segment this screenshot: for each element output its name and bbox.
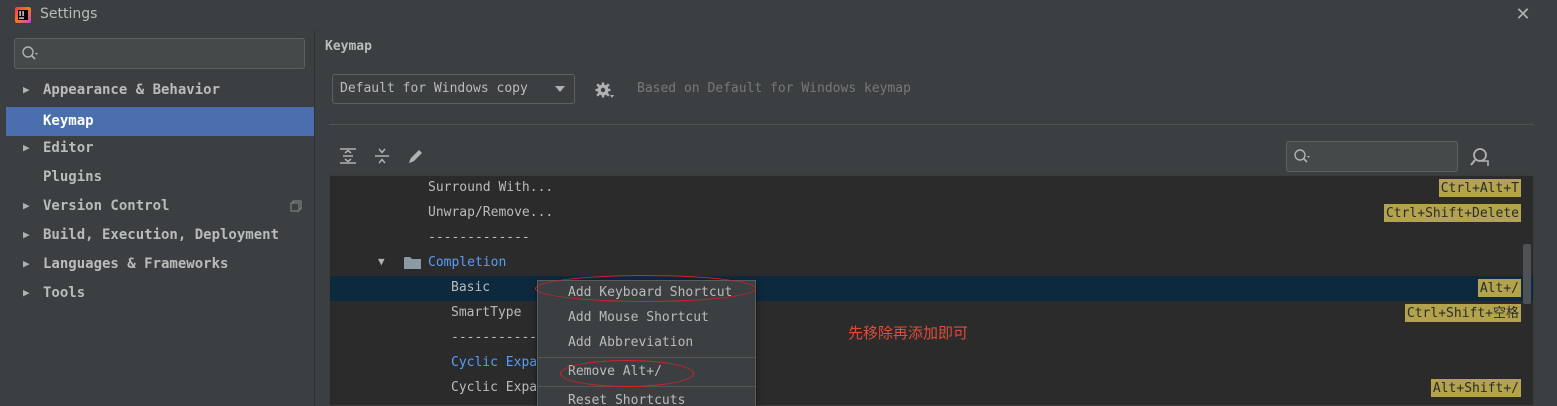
expand-arrow-icon: ▶ <box>23 286 30 299</box>
separator-label: ------------- <box>428 230 530 245</box>
action-row[interactable]: Surround With... Ctrl+Alt+T <box>330 176 1533 201</box>
menu-item-reset-shortcuts[interactable]: Reset Shortcuts <box>568 393 685 406</box>
expand-arrow-icon: ▶ <box>23 141 30 154</box>
sidebar-item-editor[interactable]: ▶ Editor <box>6 134 314 163</box>
expand-arrow-icon: ▶ <box>23 83 30 96</box>
action-label: Cyclic Expa <box>451 380 538 395</box>
annotation-ellipse <box>560 360 694 387</box>
settings-sidebar: ▶ Appearance & Behavior Keymap ▶ Editor … <box>0 30 314 406</box>
search-icon <box>1294 149 1310 163</box>
based-on-text: Based on Default for Windows keymap <box>637 81 911 96</box>
sidebar-item-label: Version Control <box>43 198 170 214</box>
folder-icon <box>404 257 421 269</box>
shortcut-badge: Alt+/ <box>1477 279 1521 297</box>
keymap-actions-tree[interactable]: Surround With... Ctrl+Alt+T Unwrap/Remov… <box>329 175 1534 406</box>
action-label: SmartType <box>451 305 522 320</box>
sidebar-item-label: Appearance & Behavior <box>43 82 221 98</box>
menu-item-add-abbreviation[interactable]: Add Abbreviation <box>568 335 693 350</box>
shortcut-badge: Ctrl+Shift+空格 <box>1404 304 1521 322</box>
expand-all-icon[interactable] <box>338 146 358 166</box>
title-bar: Settings ✕ <box>0 0 1557 30</box>
menu-item-add-mouse-shortcut[interactable]: Add Mouse Shortcut <box>568 310 709 325</box>
action-label: Surround With... <box>428 180 554 195</box>
sidebar-item-build-execution-deployment[interactable]: ▶ Build, Execution, Deployment <box>6 221 314 250</box>
keymap-select-value: Default for Windows copy <box>340 81 528 96</box>
action-label: Basic <box>451 280 491 295</box>
group-row-completion[interactable]: ▼ Completion <box>330 251 1533 276</box>
action-filter-input[interactable] <box>1286 141 1458 172</box>
separator <box>329 124 1534 125</box>
expand-arrow-icon: ▶ <box>23 199 30 212</box>
keymap-select[interactable]: Default for Windows copy <box>332 74 575 104</box>
find-by-shortcut-icon[interactable] <box>1469 146 1491 168</box>
sidebar-item-label: Plugins <box>43 169 103 185</box>
sidebar-item-label: Editor <box>43 140 94 156</box>
collapse-all-icon[interactable] <box>372 146 392 166</box>
action-label: Cyclic Expa <box>451 355 538 370</box>
group-label: Completion <box>428 255 507 270</box>
sidebar-item-label: Tools <box>43 285 86 301</box>
gear-icon[interactable] <box>594 80 614 100</box>
action-row[interactable]: Cyclic Expa Alt+Shift+/ <box>330 376 1533 401</box>
settings-search-input[interactable] <box>14 38 305 69</box>
sidebar-item-label: Build, Execution, Deployment <box>43 227 280 243</box>
expand-arrow-icon: ▶ <box>23 228 30 241</box>
separator-row: ------------- <box>330 226 1533 251</box>
collapse-arrow-icon[interactable]: ▼ <box>378 255 390 269</box>
search-icon <box>22 46 38 60</box>
close-icon[interactable]: ✕ <box>1513 5 1533 25</box>
shortcut-badge: Ctrl+Alt+T <box>1438 179 1521 197</box>
edit-icon[interactable] <box>406 146 426 166</box>
annotation-text: 先移除再添加即可 <box>848 324 969 342</box>
sidebar-item-keymap[interactable]: Keymap <box>6 107 314 136</box>
chevron-down-icon <box>555 86 565 92</box>
project-level-icon <box>290 200 302 212</box>
page-title: Keymap <box>325 39 372 54</box>
expand-arrow-icon: ▶ <box>23 257 30 270</box>
action-row[interactable]: Unwrap/Remove... Ctrl+Shift+Delete <box>330 201 1533 226</box>
sidebar-item-tools[interactable]: ▶ Tools <box>6 279 314 308</box>
sidebar-item-label: Keymap <box>43 113 94 129</box>
annotation-ellipse <box>535 275 756 302</box>
menu-separator <box>538 357 755 358</box>
action-row[interactable]: Cyclic Expa <box>330 351 1533 376</box>
sidebar-item-plugins[interactable]: Plugins <box>6 163 314 192</box>
sidebar-item-label: Languages & Frameworks <box>43 256 229 272</box>
keymap-panel: Keymap Default for Windows copy Based on… <box>315 30 1557 406</box>
sidebar-item-appearance-behavior[interactable]: ▶ Appearance & Behavior <box>6 76 314 105</box>
action-row-selected[interactable]: Basic Alt+/ <box>330 276 1533 301</box>
shortcut-badge: Ctrl+Shift+Delete <box>1383 204 1521 222</box>
sidebar-item-languages-frameworks[interactable]: ▶ Languages & Frameworks <box>6 250 314 279</box>
sidebar-item-version-control[interactable]: ▶ Version Control <box>6 192 314 221</box>
intellij-app-icon <box>15 7 31 23</box>
action-label: Unwrap/Remove... <box>428 205 554 220</box>
scrollbar[interactable] <box>1523 244 1531 304</box>
shortcut-badge: Alt+Shift+/ <box>1430 379 1521 397</box>
window-title: Settings <box>40 6 98 22</box>
